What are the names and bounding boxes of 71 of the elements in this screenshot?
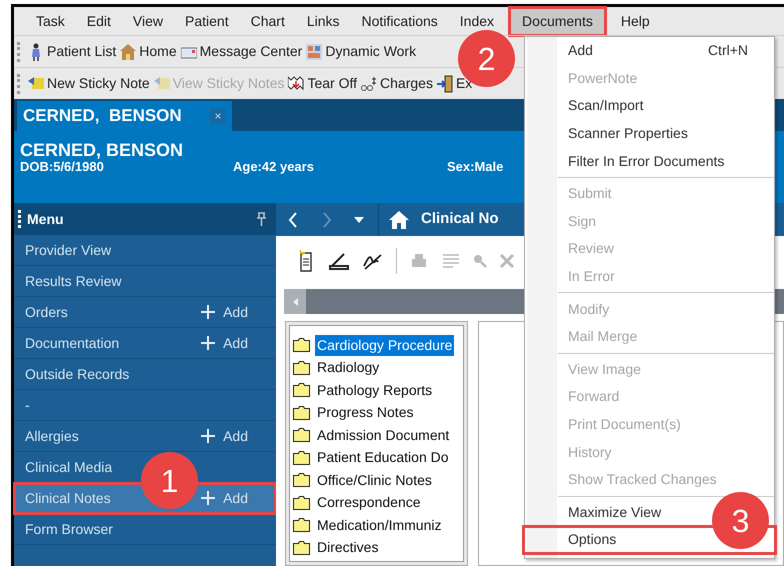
door-icon: [436, 74, 453, 92]
folder-icon: [293, 496, 310, 510]
menu-option[interactable]: Add Ctrl+N: [525, 37, 774, 65]
toolbar-button[interactable]: Dynamic Work: [306, 41, 416, 62]
plus-icon: [201, 336, 216, 350]
menu-item[interactable]: Help: [610, 13, 660, 29]
toolbar-button[interactable]: Tear Off: [288, 73, 358, 94]
house-icon: [120, 42, 136, 60]
scanner-icon[interactable]: [328, 252, 350, 270]
drag-handle-icon[interactable]: [18, 210, 21, 228]
tear-icon: [288, 74, 304, 92]
folder-icon: [293, 383, 310, 398]
plus-icon: [201, 429, 216, 443]
folder-item[interactable]: Office/Clinic Notes: [315, 470, 434, 491]
menu-item[interactable]: Task: [26, 13, 75, 29]
folder-item[interactable]: Medication/Immuniz: [315, 514, 444, 536]
sidebar-item[interactable]: Documentation Add: [14, 328, 276, 359]
birth-date: DOB:5/6/1980: [20, 159, 104, 176]
folder-item[interactable]: Progress Notes: [315, 402, 416, 424]
folder-item[interactable]: Radiology: [315, 357, 382, 378]
folder-icon: [293, 406, 310, 420]
toolbar-button[interactable]: Charges: [361, 73, 433, 94]
menu-item[interactable]: View: [122, 13, 174, 29]
close-button[interactable]: ×: [210, 108, 226, 124]
toolbar-button[interactable]: New Sticky Note: [28, 73, 150, 94]
patient-tab[interactable]: CERNED, BENSON ×: [17, 101, 232, 131]
folder-item[interactable]: Patient Education Do: [315, 447, 451, 468]
folder-icon: [293, 473, 310, 488]
patient-age: Age:42 years: [233, 158, 314, 176]
folder-icon: [293, 540, 310, 555]
dropdown-caret-icon[interactable]: [354, 216, 364, 222]
folder-item[interactable]: Directives: [315, 537, 380, 558]
folder-item[interactable]: Correspondence: [315, 492, 423, 514]
plus-icon: [201, 491, 216, 505]
add-button[interactable]: Add: [201, 332, 248, 354]
folder-item[interactable]: Pathology Reports: [315, 380, 434, 401]
menu-option[interactable]: Scanner Properties: [525, 120, 714, 148]
menu-item[interactable]: Patient: [175, 13, 239, 29]
folder-icon: [293, 338, 310, 352]
folder-icon: [293, 360, 310, 375]
folder-item[interactable]: Admission Document: [315, 424, 452, 446]
pin-icon[interactable]: [257, 212, 266, 226]
add-button[interactable]: Add: [201, 302, 248, 322]
sidebar-title: Menu: [27, 210, 65, 228]
menu-item[interactable]: Documents: [510, 8, 605, 34]
toolbar-button[interactable]: Patient List: [28, 41, 116, 62]
folder-icon: [293, 428, 310, 442]
menu-item[interactable]: Links: [296, 13, 350, 29]
home-icon[interactable]: [389, 210, 409, 228]
menu-item[interactable]: Notifications: [352, 13, 448, 29]
folder-icon: [293, 518, 310, 532]
folder-icon: [293, 450, 310, 465]
toolbar-button[interactable]: Message Center: [180, 41, 302, 62]
toolbar-button[interactable]: Home: [120, 41, 177, 62]
grid-icon: [306, 42, 322, 60]
patient-name: CERNED, BENSON: [20, 139, 184, 162]
menu-option[interactable]: Scan/Import: [525, 92, 670, 120]
coins-icon: [361, 74, 378, 92]
menu-option[interactable]: Maximize View: [525, 498, 688, 526]
add-button[interactable]: Add: [201, 426, 248, 446]
page-title: Clinical No: [421, 209, 499, 230]
plus-icon: [201, 305, 216, 319]
add-button[interactable]: Add: [201, 488, 248, 508]
menu-item[interactable]: Chart: [240, 13, 295, 29]
patient-sex: Sex:Male: [447, 158, 504, 176]
sidebar-item[interactable]: Orders Add: [14, 297, 276, 328]
menu-item[interactable]: Index: [450, 13, 504, 29]
menu-item[interactable]: Edit: [76, 13, 121, 29]
menu-option[interactable]: Filter In Error Documents: [525, 147, 750, 175]
folder-item[interactable]: Cardiology Procedure: [315, 334, 454, 356]
left-triangle-icon: [292, 298, 298, 306]
